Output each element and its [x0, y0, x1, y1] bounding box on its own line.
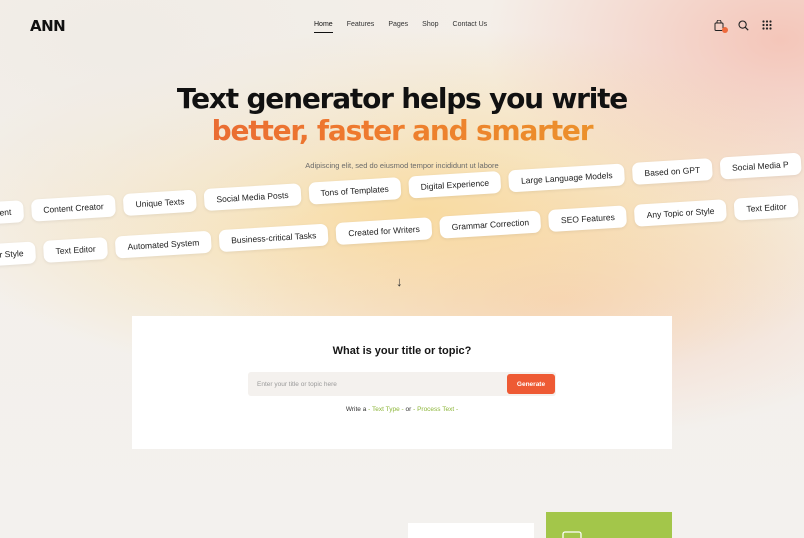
feature-card-green — [546, 512, 672, 538]
nav-contact-us[interactable]: Contact Us — [453, 21, 488, 33]
text-type-link[interactable]: - Text Type - — [368, 406, 404, 413]
tag-pill[interactable]: Text Editor — [42, 237, 109, 263]
generate-button[interactable]: Generate — [507, 374, 555, 394]
feature-card-white — [408, 523, 534, 538]
hero-title: Text generator helps you write — [176, 82, 628, 115]
document-icon — [562, 531, 582, 538]
write-options: Write a - Text Type - or - Process Text … — [132, 406, 672, 413]
topic-input-wrapper: Generate — [248, 372, 556, 396]
generator-heading: What is your title or topic? — [332, 345, 472, 357]
topic-input[interactable] — [257, 372, 497, 396]
hero-background — [0, 0, 804, 538]
bag-icon[interactable] — [713, 19, 728, 33]
write-prefix: Write a — [345, 406, 367, 413]
process-text-link[interactable]: - Process Text - — [413, 406, 458, 413]
site-header: ANN Home Features Pages Shop Contact Us — [0, 0, 804, 52]
or-label: or — [405, 406, 412, 413]
generator-card: What is your title or topic? Generate Wr… — [132, 316, 672, 449]
grid-menu-icon[interactable] — [761, 19, 773, 31]
main-nav: Home Features Pages Shop Contact Us — [314, 21, 487, 33]
nav-home[interactable]: Home — [314, 21, 333, 33]
tag-pill[interactable]: ty Content — [0, 200, 24, 226]
tag-pill[interactable]: Text Editor — [733, 194, 800, 221]
hero-title-highlight: better, faster and smarter — [0, 115, 804, 147]
nav-features[interactable]: Features — [347, 21, 375, 33]
arrow-down-icon[interactable]: ↓ — [396, 274, 403, 289]
cart-count-badge — [722, 27, 728, 33]
logo[interactable]: ANN — [30, 17, 66, 35]
nav-shop[interactable]: Shop — [422, 21, 438, 33]
tag-pill[interactable]: Unique Texts — [122, 189, 198, 216]
search-icon[interactable] — [737, 19, 749, 31]
nav-pages[interactable]: Pages — [388, 21, 408, 33]
